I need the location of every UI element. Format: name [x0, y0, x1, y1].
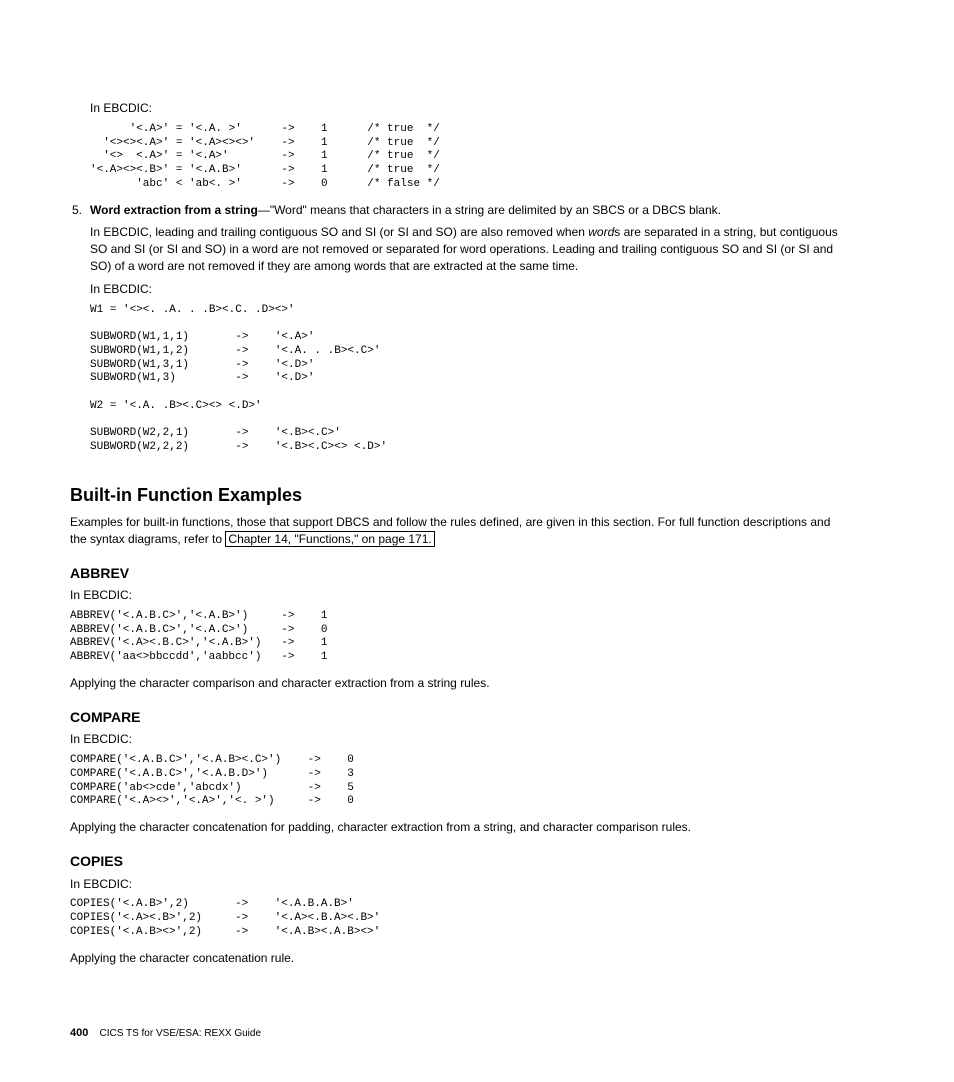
in-ebcdic-label-2: In EBCDIC:	[70, 587, 850, 604]
copies-title: COPIES	[70, 852, 850, 872]
footer-text: CICS TS for VSE/ESA: REXX Guide	[99, 1028, 261, 1039]
code-block-1: W1 = '<><. .A. . .B><.C. .D><>' SUBWORD(…	[90, 304, 850, 455]
code-block-abbrev: ABBREV('<.A.B.C>','<.A.B>') -> 1 ABBREV(…	[70, 610, 850, 665]
page-number: 400	[70, 1027, 88, 1039]
word-italic: word	[588, 225, 614, 239]
list-number: 5.	[72, 202, 82, 219]
in-ebcdic-label-4: In EBCDIC:	[70, 876, 850, 893]
abbrev-note: Applying the character comparison and ch…	[70, 675, 850, 692]
word-extraction-desc: —"Word" means that characters in a strin…	[258, 203, 721, 217]
abbrev-title: ABBREV	[70, 564, 850, 584]
built-in-intro: Examples for built-in functions, those t…	[70, 514, 850, 548]
in-ebcdic-label-0: In EBCDIC:	[90, 100, 850, 117]
list-item-5: 5. Word extraction from a string—"Word" …	[90, 202, 850, 455]
in-ebcdic-label-1: In EBCDIC:	[90, 281, 850, 298]
chapter-link[interactable]: Chapter 14, "Functions," on page 171.	[225, 531, 434, 547]
code-block-copies: COPIES('<.A.B>',2) -> '<.A.B.A.B>' COPIE…	[70, 898, 850, 939]
page-footer: 400 CICS TS for VSE/ESA: REXX Guide	[70, 1026, 850, 1041]
list-item-para: In EBCDIC, leading and trailing contiguo…	[90, 224, 850, 274]
compare-title: COMPARE	[70, 708, 850, 728]
copies-note: Applying the character concatenation rul…	[70, 950, 850, 967]
in-ebcdic-label-3: In EBCDIC:	[70, 731, 850, 748]
built-in-title: Built-in Function Examples	[70, 483, 850, 508]
code-block-0: '<.A>' = '<.A. >' -> 1 /* true */ '<><><…	[90, 123, 850, 192]
compare-note: Applying the character concatenation for…	[70, 819, 850, 836]
word-extraction-bold: Word extraction from a string	[90, 203, 258, 217]
page-content: In EBCDIC: '<.A>' = '<.A. >' -> 1 /* tru…	[70, 100, 850, 1042]
list-item-lead: Word extraction from a string—"Word" mea…	[90, 202, 850, 219]
code-block-compare: COMPARE('<.A.B.C>','<.A.B><.C>') -> 0 CO…	[70, 754, 850, 809]
